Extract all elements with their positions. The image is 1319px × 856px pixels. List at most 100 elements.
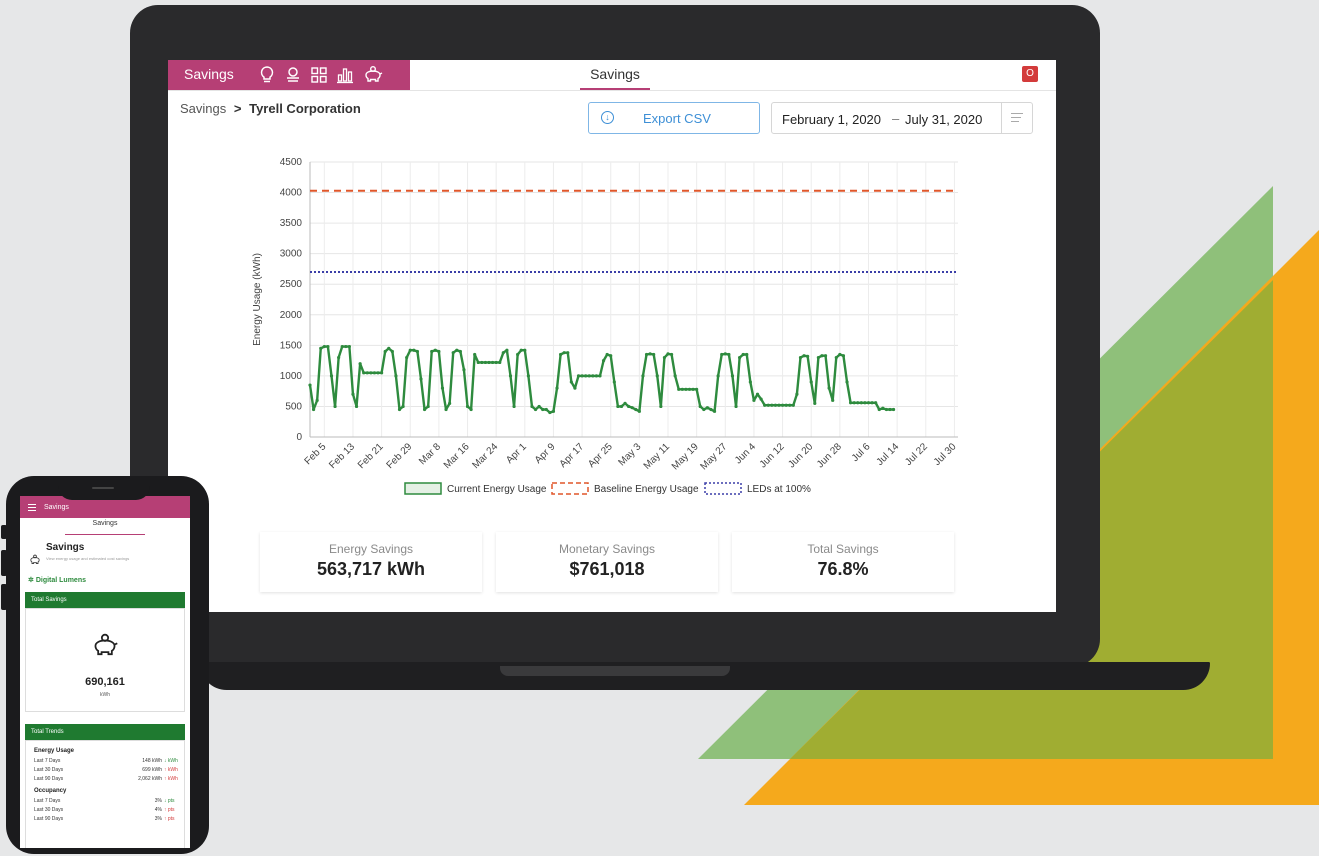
trend-group-title: Energy Usage [34, 748, 75, 754]
current-energy-point [816, 355, 820, 360]
laptop-notch [500, 666, 730, 676]
occupancy-icon[interactable] [282, 64, 304, 86]
current-energy-point [788, 403, 792, 407]
current-energy-point [856, 401, 860, 405]
x-tick-label: Mar 24 [471, 441, 501, 471]
current-energy-point [641, 374, 645, 378]
x-tick-label: Feb 13 [327, 441, 357, 471]
current-energy-point [741, 352, 745, 357]
current-energy-point [415, 349, 420, 354]
trend-row: Last 7 Days 3% ↓ pts [34, 798, 184, 805]
current-energy-point [376, 371, 380, 375]
trend-value: 148 kWh [142, 758, 162, 764]
legend-current-label: Current Energy Usage [447, 484, 547, 495]
lightbulb-icon[interactable] [256, 64, 278, 86]
current-energy-point [551, 409, 556, 413]
current-energy-point [877, 407, 881, 412]
current-energy-point [444, 407, 448, 412]
current-energy-point [422, 407, 427, 412]
y-tick-label: 2000 [280, 310, 303, 321]
date-range-picker[interactable]: February 1, 2020 – July 31, 2020 [771, 102, 1033, 134]
current-energy-point [469, 407, 473, 412]
total-savings-unit: kWh [100, 692, 110, 698]
filter-menu-icon[interactable] [1001, 103, 1032, 133]
current-energy-point [691, 387, 695, 391]
x-tick-label: Feb 5 [303, 441, 329, 467]
card-title: Total Savings [807, 542, 879, 556]
bar-chart-icon[interactable] [334, 64, 356, 86]
current-energy-point [383, 349, 387, 354]
current-energy-point [541, 407, 545, 412]
trend-label: Last 7 Days [34, 798, 61, 804]
tab-savings[interactable]: Savings [580, 60, 650, 90]
current-energy-point [354, 404, 359, 409]
card-title: Energy Savings [328, 542, 414, 556]
current-energy-point [720, 352, 724, 357]
trend-change: ↑ kWh [164, 776, 178, 782]
current-energy-point [673, 374, 677, 378]
piggy-bank-icon[interactable] [362, 64, 384, 86]
current-energy-point [870, 401, 874, 405]
current-energy-point [362, 371, 366, 375]
current-energy-point [437, 349, 441, 354]
x-tick-label: Mar 8 [417, 441, 443, 467]
current-energy-point [483, 360, 488, 365]
current-energy-point [891, 407, 896, 412]
trend-change: ↑ kWh [164, 767, 178, 773]
current-energy-point [584, 374, 588, 378]
current-energy-point [823, 354, 828, 358]
current-energy-point [390, 349, 394, 354]
power-button[interactable]: O [1022, 66, 1038, 82]
x-tick-label: May 11 [642, 441, 673, 472]
phone-brand-name: ✲ Digital Lumens [28, 576, 86, 584]
piggy-bank-icon [30, 554, 40, 565]
current-energy-point [340, 344, 344, 349]
current-energy-point [605, 352, 609, 357]
grid-icon[interactable] [308, 64, 330, 86]
x-tick-label: Jul 6 [850, 441, 873, 464]
current-energy-point [616, 404, 620, 409]
current-energy-point [365, 371, 369, 375]
y-tick-label: 2500 [280, 279, 303, 290]
y-tick-label: 3500 [280, 218, 303, 229]
brand-label[interactable]: Savings [184, 66, 234, 82]
phone-section-subtitle: View energy usage and estimated cost sav… [46, 556, 130, 561]
trend-label: Last 30 Days [34, 807, 64, 813]
current-energy-point [580, 374, 584, 378]
current-energy-point [798, 355, 803, 360]
current-energy-point [845, 380, 849, 384]
export-csv-button[interactable]: ↓ Export CSV [588, 102, 760, 134]
date-end[interactable]: July 31, 2020 [905, 112, 982, 127]
hamburger-menu-icon[interactable] [28, 504, 36, 512]
phone-side-button [1, 584, 7, 610]
current-energy-point [723, 352, 727, 356]
energy-savings-card: Energy Savings 563,717 kWh [260, 532, 482, 592]
breadcrumb-root[interactable]: Savings [180, 101, 226, 116]
brand-logo-icon: ✲ [28, 577, 36, 584]
x-tick-label: Apr 1 [504, 441, 529, 466]
current-energy-point [806, 354, 810, 358]
phone-tab-savings[interactable]: Savings [65, 520, 145, 535]
current-energy-point [666, 352, 670, 356]
current-energy-point [752, 398, 756, 402]
current-energy-point [784, 403, 788, 407]
current-energy-point [727, 352, 731, 357]
current-energy-point [637, 409, 641, 413]
current-energy-point [695, 387, 699, 391]
current-energy-point [866, 401, 871, 405]
total-trends-bar: Total Trends [25, 724, 185, 740]
x-tick-label: Jun 20 [786, 441, 815, 470]
card-value: 76.8% [817, 559, 869, 579]
current-energy-point [770, 403, 774, 407]
current-energy-point [512, 404, 516, 409]
current-energy-point [315, 398, 319, 402]
date-start[interactable]: February 1, 2020 [782, 112, 881, 127]
current-energy-point [372, 371, 377, 375]
current-energy-point [337, 355, 341, 360]
total-trends-box [25, 740, 185, 848]
current-energy-point [465, 404, 470, 409]
top-bar: Savings Savings O [168, 60, 1056, 91]
trend-row: Last 90 Days 2,062 kWh ↑ kWh [34, 776, 184, 783]
trend-row: Last 30 Days 4% ↑ pts [34, 807, 184, 814]
x-tick-label: May 27 [698, 441, 729, 472]
